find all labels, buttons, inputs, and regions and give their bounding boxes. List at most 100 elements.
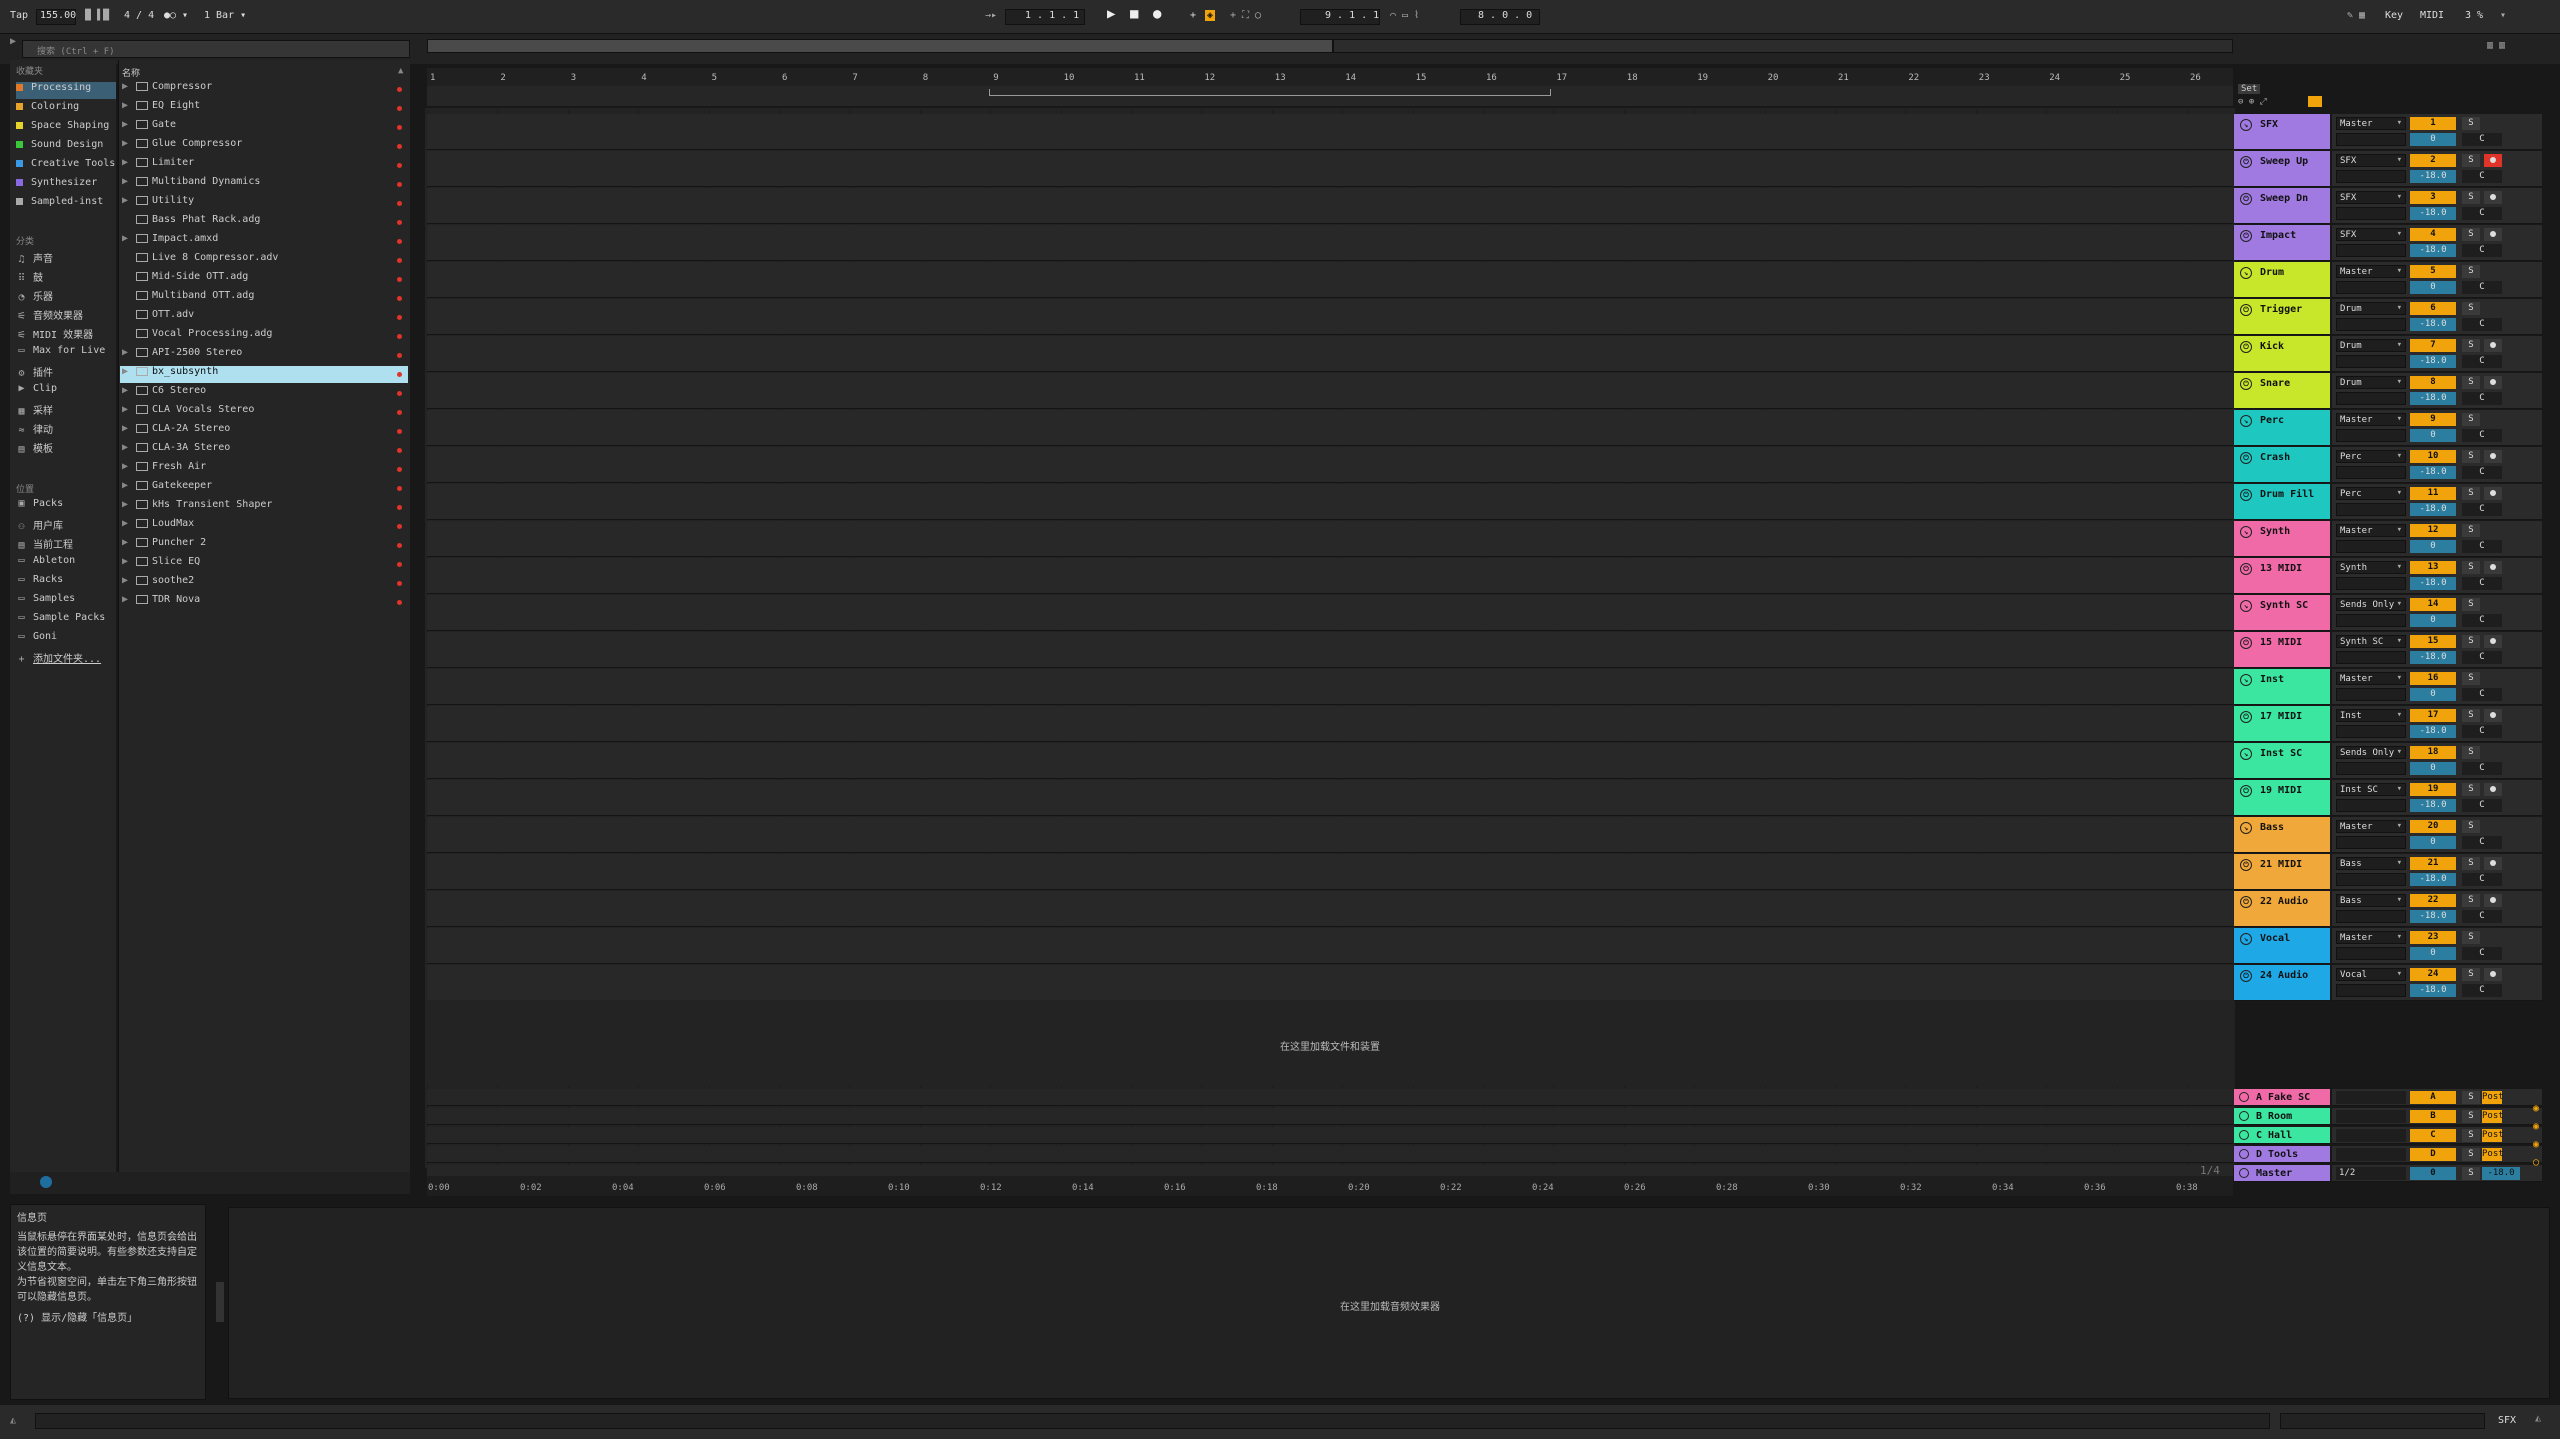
pan-field[interactable]: C [2462, 318, 2502, 331]
device-view[interactable]: 在这里加载音频效果器 [228, 1207, 2550, 1399]
browser-item[interactable]: Mid-Side OTT.adg [120, 271, 408, 288]
arm-button[interactable] [2484, 561, 2502, 574]
browser-item[interactable]: ▶ CLA-3A Stereo [120, 442, 408, 459]
solo-button[interactable]: S [2462, 1129, 2480, 1142]
output-routing-select[interactable]: Bass [2336, 894, 2406, 907]
arm-button[interactable] [2484, 450, 2502, 463]
volume-field[interactable]: -18.0 [2410, 318, 2456, 331]
group-fold-icon[interactable]: ↘ [2240, 674, 2252, 686]
track-activator-button[interactable]: 5 [2410, 265, 2456, 278]
arm-button[interactable] [2484, 894, 2502, 907]
track-lane[interactable] [427, 595, 2233, 631]
output-routing-select[interactable]: Drum [2336, 339, 2406, 352]
track-lane[interactable] [427, 743, 2233, 779]
category-item[interactable]: ⚟ MIDI 效果器 [16, 326, 116, 343]
play-icon[interactable]: ▶ [1107, 6, 1115, 22]
return-activator-button[interactable]: C [2410, 1129, 2456, 1142]
category-item[interactable]: ⚙ 插件 [16, 364, 116, 381]
browser-item[interactable]: ▶ Puncher 2 [120, 537, 408, 554]
collection-item[interactable]: Coloring [16, 101, 116, 118]
track-activator-button[interactable]: 13 [2410, 561, 2456, 574]
drop-zone[interactable]: 在这里加载文件和装置 [427, 1000, 2233, 1086]
track-header[interactable]: ↘ SFX [2234, 114, 2330, 150]
view-toggle-icon[interactable]: ▥ ▥ [2487, 40, 2505, 51]
arrangement-overview-rest[interactable] [1333, 39, 2233, 53]
category-item[interactable]: ⠿ 鼓 [16, 269, 116, 286]
group-fold-icon[interactable]: ↘ [2240, 933, 2252, 945]
expand-icon[interactable]: ▶ [122, 81, 132, 92]
expand-icon[interactable]: ▶ [122, 537, 132, 548]
track-lane[interactable] [427, 928, 2233, 964]
pan-field[interactable]: C [2462, 540, 2502, 553]
return-lane[interactable] [427, 1146, 2233, 1163]
solo-button[interactable]: S [2462, 931, 2480, 944]
pan-field[interactable]: C [2462, 873, 2502, 886]
info-toggle-icon[interactable]: ◭ [10, 1415, 16, 1426]
track-activator-button[interactable]: 4 [2410, 228, 2456, 241]
track-activator-icon[interactable]: ⏻ [2240, 896, 2252, 908]
volume-field[interactable]: -18.0 [2410, 910, 2456, 923]
place-item[interactable]: + 添加文件夹... [16, 650, 116, 667]
volume-field[interactable]: 0 [2410, 836, 2456, 849]
browser-item[interactable]: ▶ Impact.amxd [120, 233, 408, 250]
track-header[interactable]: ↘ Synth [2234, 521, 2330, 557]
solo-button[interactable]: S [2462, 672, 2480, 685]
track-activator-icon[interactable]: ⏻ [2240, 193, 2252, 205]
collection-item[interactable]: Synthesizer [16, 177, 116, 194]
category-item[interactable]: ▶ Clip [16, 383, 116, 400]
output-channel-select[interactable] [2336, 577, 2406, 590]
browser-item[interactable]: ▶ Multiband Dynamics [120, 176, 408, 193]
output-channel-select[interactable] [2336, 466, 2406, 479]
track-header[interactable]: ↘ Drum [2234, 262, 2330, 298]
output-channel-select[interactable] [2336, 503, 2406, 516]
solo-button[interactable]: S [2462, 228, 2480, 241]
solo-button[interactable]: S [2462, 635, 2480, 648]
return-track-header[interactable]: Master [2234, 1165, 2330, 1182]
return-routing[interactable]: 1/2 [2336, 1167, 2406, 1180]
track-activator-button[interactable]: 14 [2410, 598, 2456, 611]
pan-field[interactable]: C [2462, 244, 2502, 257]
time-signature[interactable]: 4 / 4 [124, 10, 154, 21]
arm-button[interactable] [2484, 191, 2502, 204]
volume-field[interactable]: -18.0 [2410, 577, 2456, 590]
expand-icon[interactable]: ▶ [122, 366, 132, 377]
track-activator-icon[interactable] [2239, 1130, 2249, 1140]
loop-start[interactable]: 9 . 1 . 1 [1325, 10, 1379, 21]
pan-field[interactable]: C [2462, 725, 2502, 738]
solo-button[interactable]: S [2462, 376, 2480, 389]
track-activator-icon[interactable]: ⏻ [2240, 304, 2252, 316]
track-lane[interactable] [427, 965, 2233, 1001]
pan-field[interactable]: C [2462, 910, 2502, 923]
expand-icon[interactable]: ▶ [122, 138, 132, 149]
return-activator-button[interactable]: D [2410, 1148, 2456, 1161]
browser-item[interactable]: ▶ Slice EQ [120, 556, 408, 573]
track-activator-button[interactable]: 17 [2410, 709, 2456, 722]
return-activator-button[interactable]: B [2410, 1110, 2456, 1123]
track-header[interactable]: ⏻ Sweep Dn [2234, 188, 2330, 224]
track-header[interactable]: ⏻ 19 MIDI [2234, 780, 2330, 816]
output-channel-select[interactable] [2336, 133, 2406, 146]
track-lane[interactable] [427, 447, 2233, 483]
browser-item[interactable]: Multiband OTT.adg [120, 290, 408, 307]
output-channel-select[interactable] [2336, 170, 2406, 183]
place-item[interactable]: ▭ Goni [16, 631, 116, 648]
track-activator-icon[interactable]: ⏻ [2240, 563, 2252, 575]
return-routing[interactable] [2336, 1091, 2406, 1104]
output-channel-select[interactable] [2336, 873, 2406, 886]
return-track-header[interactable]: D Tools [2234, 1146, 2330, 1163]
browser-item[interactable]: ▶ Glue Compressor [120, 138, 408, 155]
return-activator-button[interactable]: 0 [2410, 1167, 2456, 1180]
track-header[interactable]: ⏻ 15 MIDI [2234, 632, 2330, 668]
session-record-icon[interactable]: + ⛶ ◯ [1230, 10, 1261, 21]
solo-button[interactable]: S [2462, 191, 2480, 204]
track-activator-icon[interactable] [2239, 1168, 2249, 1178]
arm-button[interactable] [2484, 783, 2502, 796]
volume-field[interactable]: -18.0 [2410, 466, 2456, 479]
track-header[interactable]: ⏻ Impact [2234, 225, 2330, 261]
track-lane[interactable] [427, 151, 2233, 187]
solo-button[interactable]: S [2462, 561, 2480, 574]
category-item[interactable]: ▭ Max for Live [16, 345, 116, 362]
output-routing-select[interactable]: SFX [2336, 228, 2406, 241]
output-routing-select[interactable]: Master [2336, 672, 2406, 685]
group-fold-icon[interactable]: ↘ [2240, 415, 2252, 427]
